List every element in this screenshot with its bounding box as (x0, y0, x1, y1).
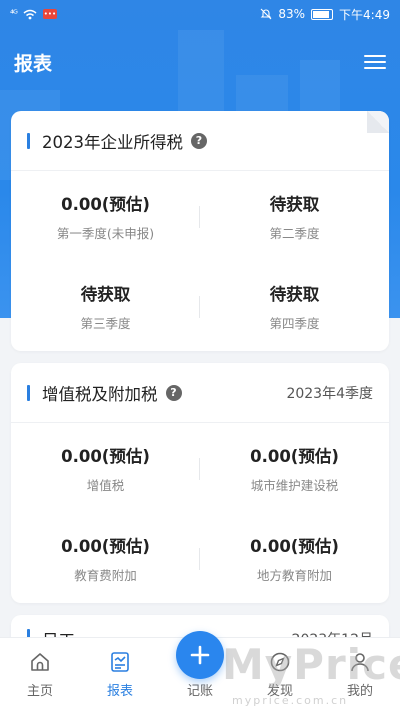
vat-card-period: 2023年4季度 (286, 385, 373, 402)
accent-bar (27, 384, 30, 401)
cit-cell-q1[interactable]: 0.00(预估) 第一季度(未申报) (11, 171, 200, 261)
cell-value: 0.00(预估) (250, 446, 339, 466)
nav-label: 我的 (346, 684, 373, 699)
nav-label: 发现 (266, 684, 293, 699)
menu-icon-line (364, 61, 386, 63)
battery-percent: 83% (278, 7, 306, 21)
title-bar: 报表 (0, 40, 400, 84)
nav-label: 报表 (106, 684, 133, 699)
vat-cell-education[interactable]: 0.00(预估) 教育费附加 (11, 513, 200, 603)
cit-grid: 0.00(预估) 第一季度(未申报) 待获取 第二季度 待获取 第三季度 待获取… (11, 171, 389, 351)
cell-label: 地方教育附加 (256, 567, 332, 583)
cell-value: 0.00(预估) (61, 194, 150, 214)
cell-label: 教育费附加 (74, 567, 137, 583)
signal-icon: ⁴ᴳ (10, 8, 18, 20)
cell-value: 待获取 (269, 284, 320, 304)
help-icon[interactable]: ? (165, 384, 182, 401)
cell-label: 城市维护建设税 (250, 477, 339, 493)
page-fold-decoration (367, 111, 389, 133)
cit-card-title: 2023年企业所得税 (42, 132, 183, 152)
page-title: 报表 (14, 52, 53, 75)
report-icon (111, 652, 129, 672)
wifi-icon (23, 9, 37, 19)
cit-cell-q3[interactable]: 待获取 第三季度 (11, 261, 200, 351)
add-icon (190, 645, 210, 665)
cell-label: 第四季度 (269, 315, 320, 331)
cell-label: 第一季度(未申报) (56, 225, 155, 241)
cell-label: 增值税 (86, 477, 125, 493)
accent-bar (27, 132, 30, 149)
cell-label: 第三季度 (80, 315, 131, 331)
vat-cell-vat[interactable]: 0.00(预估) 增值税 (11, 423, 200, 513)
clock: 下午4:49 (339, 7, 390, 22)
vat-card-header: 增值税及附加税 ? 2023年4季度 (11, 363, 389, 423)
notification-badge-icon: ••• (42, 9, 57, 19)
nav-label: 主页 (26, 684, 53, 699)
nav-mine[interactable]: 我的 (320, 638, 400, 711)
status-bar: ⁴ᴳ ••• 83% 下午4:49 (0, 0, 400, 28)
cell-value: 待获取 (269, 194, 320, 214)
cell-value: 0.00(预估) (61, 536, 150, 556)
vat-cell-local-education[interactable]: 0.00(预估) 地方教育附加 (200, 513, 389, 603)
nav-home[interactable]: 主页 (0, 638, 80, 711)
cell-value: 0.00(预估) (61, 446, 150, 466)
cell-value: 待获取 (80, 284, 131, 304)
cit-card-header: 2023年企业所得税 ? (11, 111, 389, 171)
vat-card-title: 增值税及附加税 (42, 384, 158, 404)
battery-icon (311, 8, 334, 20)
vat-card[interactable]: 增值税及附加税 ? 2023年4季度 0.00(预估) 增值税 0.00(预估)… (11, 363, 389, 603)
compass-icon (270, 652, 290, 672)
vat-cell-urban-tax[interactable]: 0.00(预估) 城市维护建设税 (200, 423, 389, 513)
menu-icon-line (364, 67, 386, 69)
cell-value: 0.00(预估) (250, 536, 339, 556)
mute-bell-icon (260, 8, 272, 20)
user-icon (351, 653, 369, 672)
home-icon (31, 653, 49, 671)
menu-icon (364, 55, 386, 57)
nav-label: 记账 (186, 684, 213, 699)
menu-button[interactable] (364, 53, 386, 71)
cell-label: 第二季度 (269, 225, 320, 241)
help-icon[interactable]: ? (191, 132, 207, 149)
nav-discover[interactable]: 发现 (240, 638, 320, 711)
add-entry-button[interactable] (176, 631, 224, 679)
vat-grid: 0.00(预估) 增值税 0.00(预估) 城市维护建设税 0.00(预估) 教… (11, 423, 389, 603)
cit-cell-q2[interactable]: 待获取 第二季度 (200, 171, 389, 261)
cit-card[interactable]: 2023年企业所得税 ? 0.00(预估) 第一季度(未申报) 待获取 第二季度… (11, 111, 389, 351)
cit-cell-q4[interactable]: 待获取 第四季度 (200, 261, 389, 351)
nav-report[interactable]: 报表 (80, 638, 160, 711)
